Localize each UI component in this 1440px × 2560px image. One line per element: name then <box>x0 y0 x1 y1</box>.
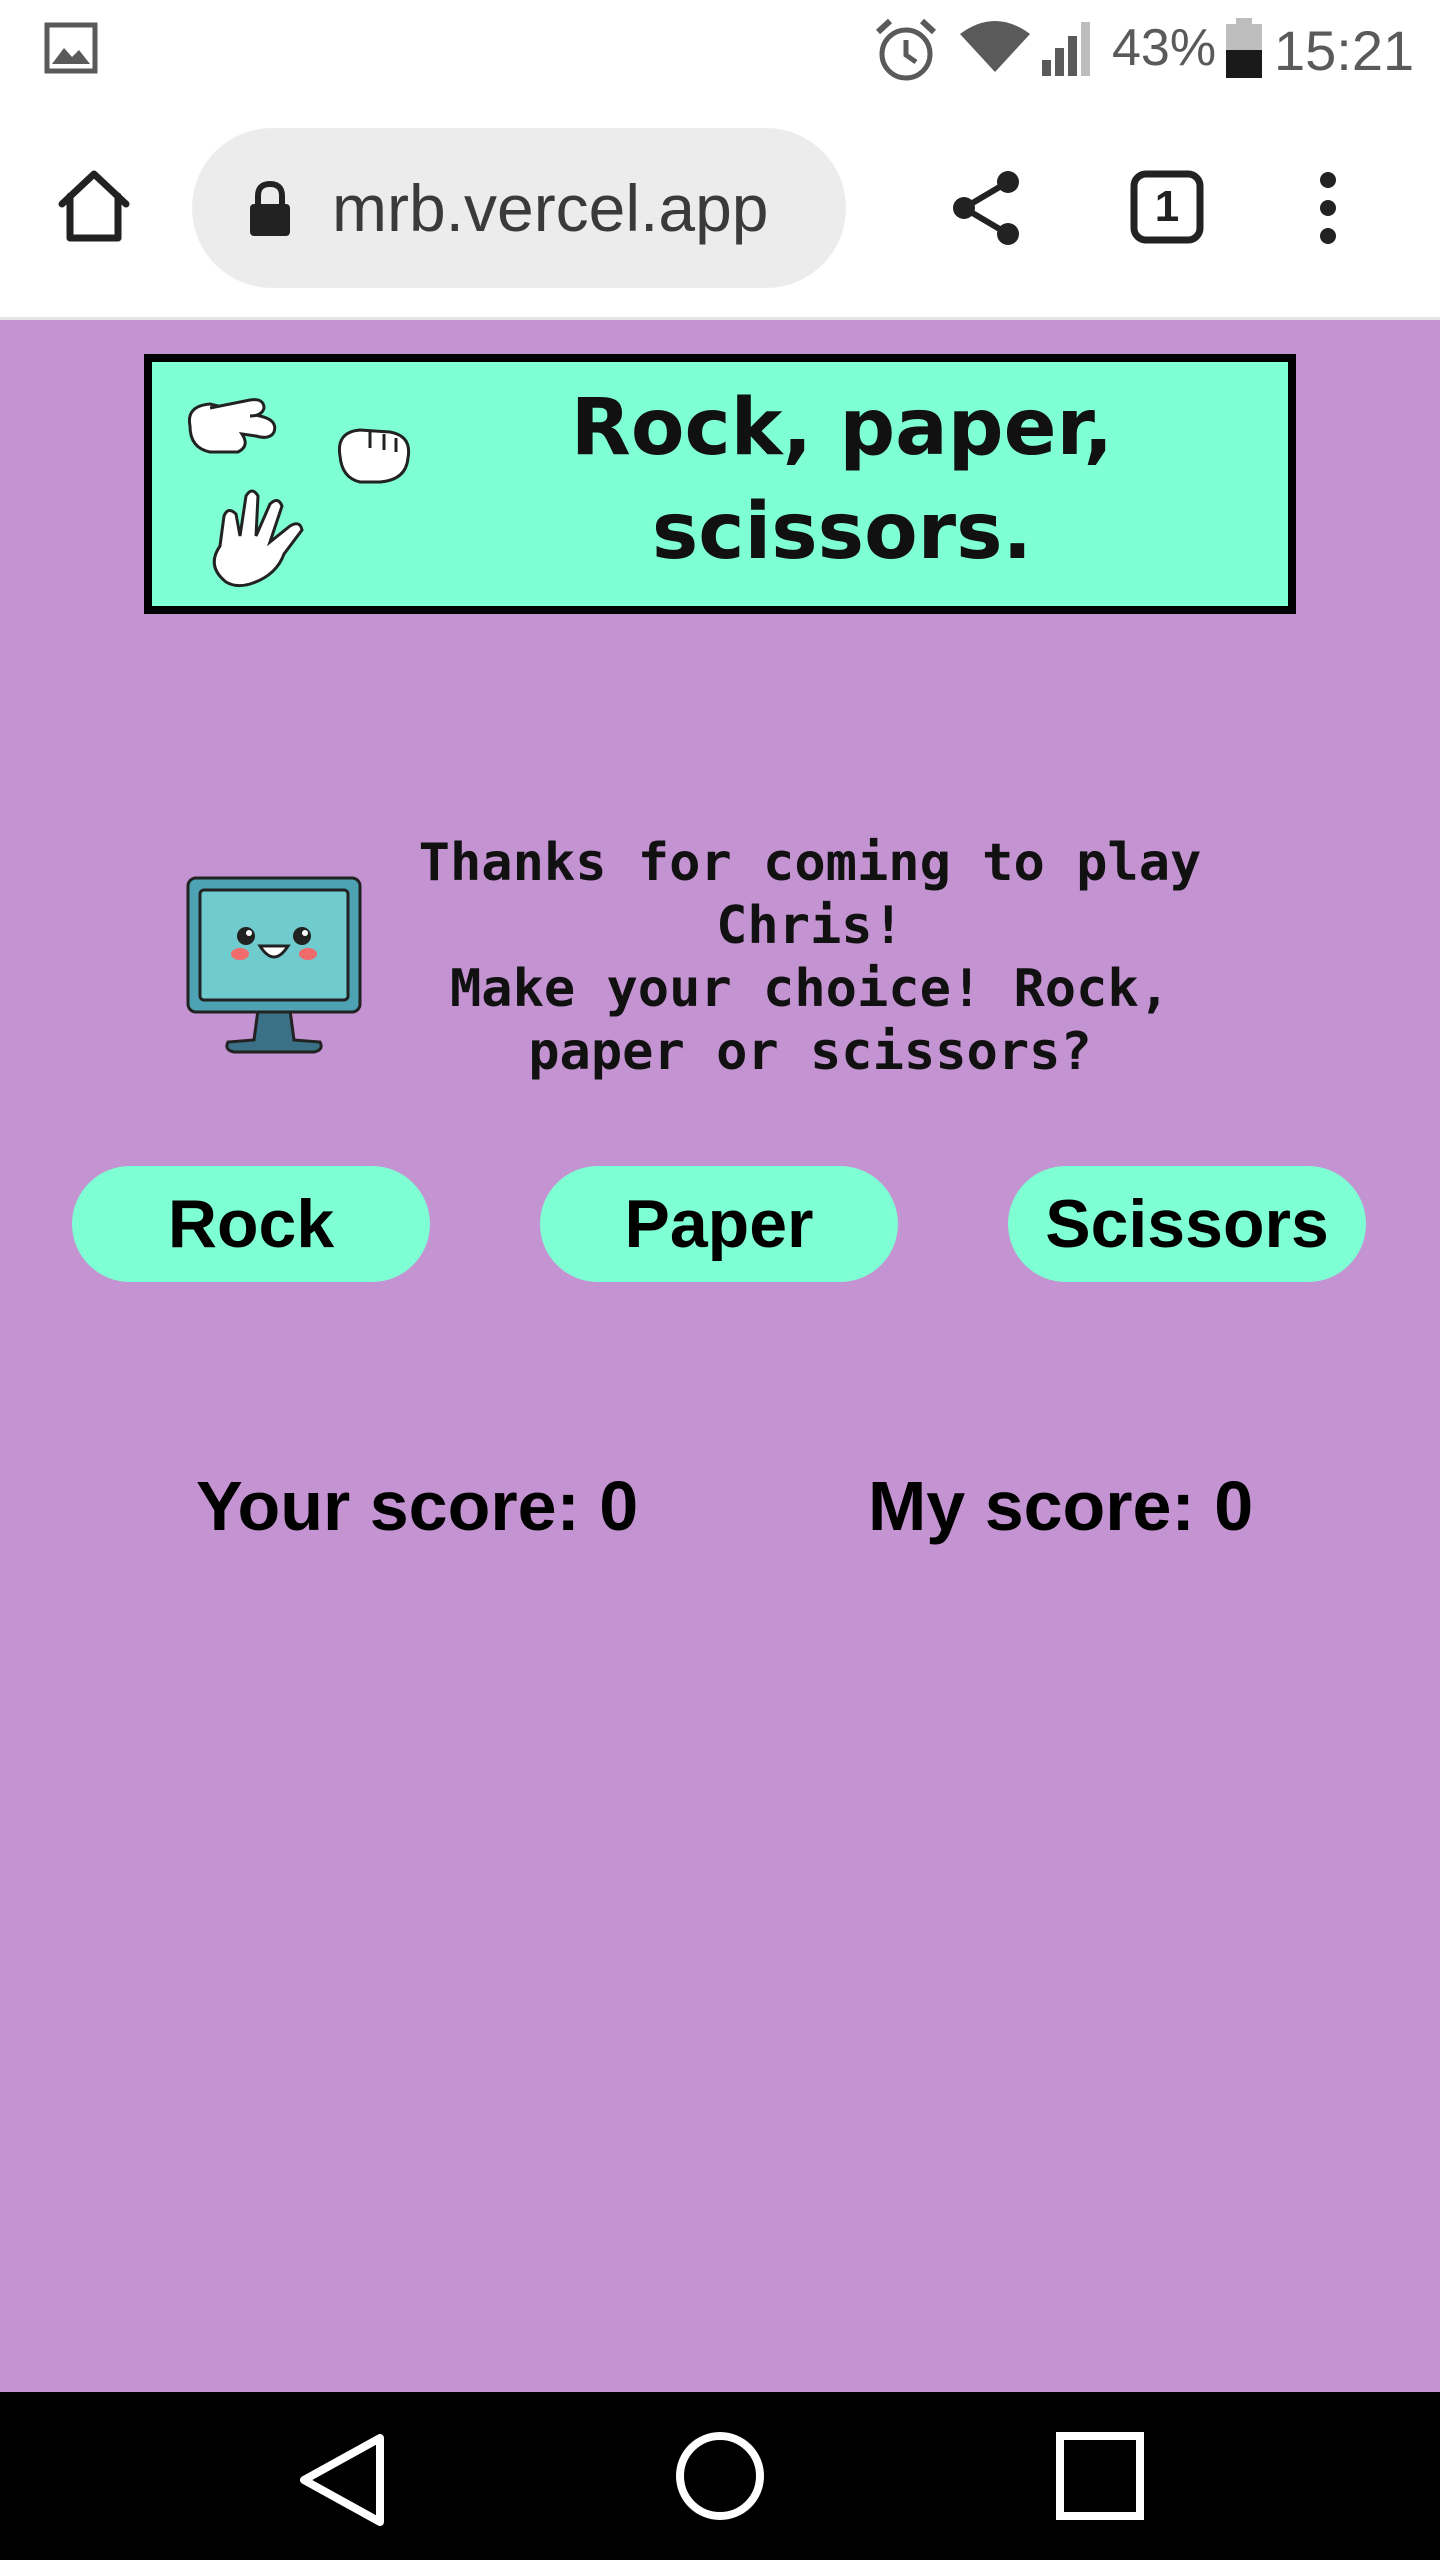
computer-mascot-icon <box>186 876 362 1054</box>
clock: 15:21 <box>1274 19 1415 82</box>
signal-icon <box>1042 22 1090 76</box>
alarm-icon <box>875 18 937 81</box>
your-score: Your score: 0 <box>196 1467 639 1545</box>
page-title: Rock, paper, scissors. <box>492 376 1192 584</box>
status-bar: 43% 15:21 <box>0 0 1440 100</box>
title-banner: Rock, paper, scissors. <box>144 354 1296 614</box>
recents-icon[interactable] <box>1056 2432 1144 2520</box>
message-line-3: Make your choice! Rock, <box>449 959 1171 1019</box>
battery-percent: 43% <box>1112 19 1217 77</box>
system-nav-bar <box>0 2392 1440 2560</box>
browser-toolbar: mrb.vercel.app 1 <box>0 100 1440 320</box>
wifi-icon <box>960 21 1030 72</box>
tab-count: 1 <box>1154 182 1180 231</box>
hands-icon <box>187 398 411 588</box>
rock-button[interactable]: Rock <box>72 1166 430 1282</box>
url-text[interactable]: mrb.vercel.app <box>332 170 769 246</box>
paper-button[interactable]: Paper <box>540 1166 898 1282</box>
share-icon[interactable] <box>950 170 1022 246</box>
back-icon[interactable] <box>296 2432 386 2528</box>
title-line-2: scissors. <box>651 487 1033 577</box>
address-bar[interactable]: mrb.vercel.app <box>192 128 846 288</box>
tabs-button[interactable]: 1 <box>1130 170 1204 244</box>
title-line-1: Rock, paper, <box>570 383 1114 473</box>
message-line-1: Thanks for coming to play <box>418 833 1202 893</box>
scissors-button[interactable]: Scissors <box>1008 1166 1366 1282</box>
home-circle-icon[interactable] <box>674 2430 766 2522</box>
message-line-4: paper or scissors? <box>528 1022 1092 1082</box>
my-score: My score: 0 <box>868 1467 1254 1545</box>
battery-icon <box>1226 18 1262 78</box>
home-icon[interactable] <box>54 166 134 246</box>
message-line-2: Chris! <box>716 896 904 956</box>
game-message: Thanks for coming to play Chris! Make yo… <box>390 832 1230 1084</box>
menu-icon[interactable] <box>1310 170 1346 246</box>
gallery-icon <box>44 22 98 74</box>
lock-icon <box>250 180 290 236</box>
